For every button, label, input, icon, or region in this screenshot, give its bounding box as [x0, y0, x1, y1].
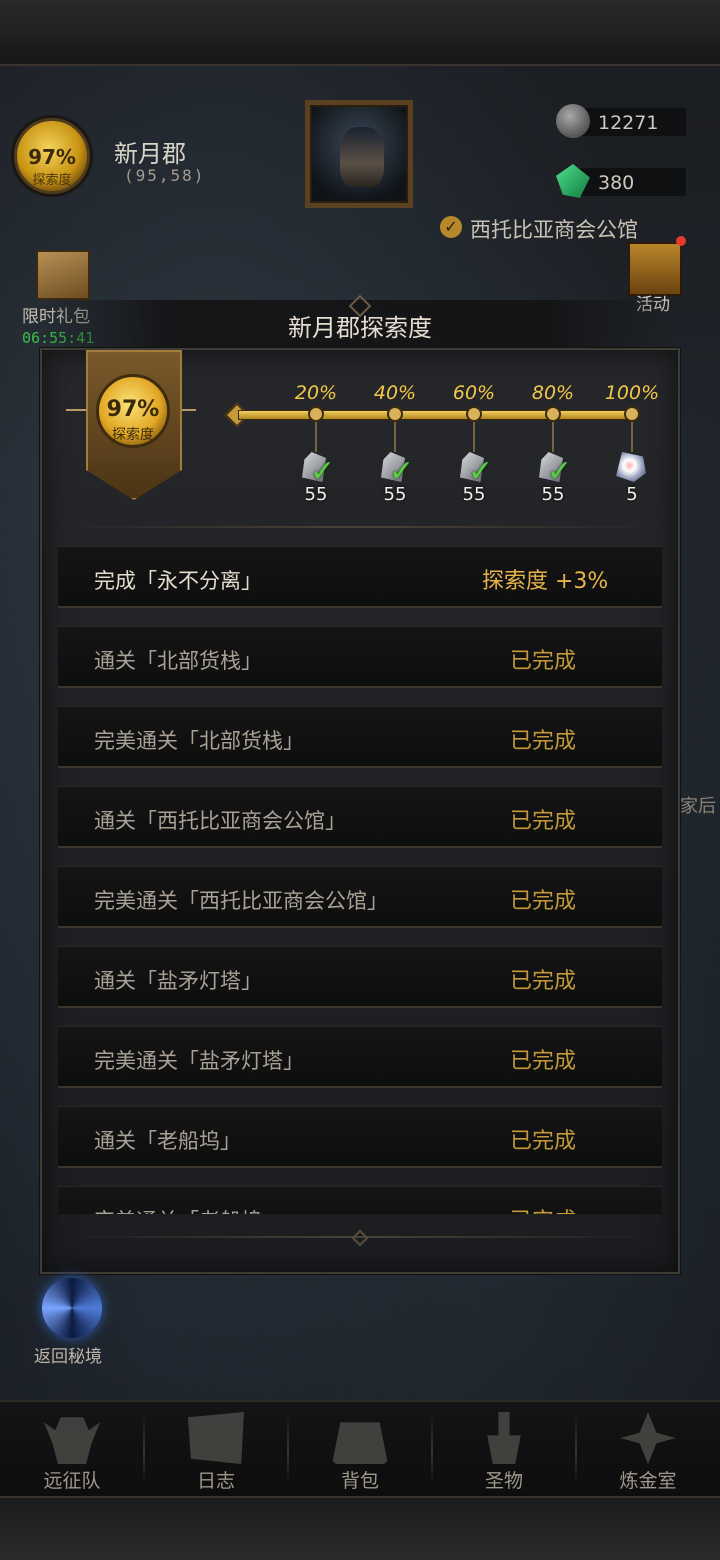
resource-gem: 380	[556, 164, 686, 198]
location-name: 新月郡	[114, 140, 186, 168]
milestone-node	[387, 406, 403, 422]
task-name: 通关「老船坞」	[94, 1129, 241, 1153]
task-status: 探索度 +3%	[482, 569, 609, 594]
player-avatar[interactable]	[305, 100, 413, 208]
milestone-label: 40%	[373, 382, 417, 404]
gift-box-icon	[36, 250, 90, 300]
task-name: 完美通关「老船坞」	[94, 1205, 283, 1214]
exploration-label: 探索度	[32, 173, 72, 188]
nav-label: 背包	[340, 1470, 379, 1492]
modal-exploration-percent: 97%	[106, 397, 160, 422]
task-row[interactable]: 通关「北部货栈」 已完成	[58, 626, 662, 688]
milestone-stem	[315, 422, 317, 452]
return-portal-label: 返回秘境	[34, 1347, 102, 1367]
notification-dot	[676, 236, 686, 246]
modal-exploration-label: 探索度	[112, 427, 154, 443]
top-frame	[0, 0, 720, 66]
check-icon: ✓	[440, 216, 462, 238]
task-status: 已完成	[510, 969, 577, 994]
task-row[interactable]: 完美通关「西托比亚商会公馆」 已完成	[58, 866, 662, 928]
task-name: 通关「西托比亚商会公馆」	[94, 809, 346, 833]
reward-crystal[interactable]: ✓	[377, 452, 414, 489]
nav-label: 日志	[196, 1470, 235, 1492]
milestone-label: 20%	[294, 382, 338, 404]
nav-label: 圣物	[484, 1470, 523, 1492]
task-list[interactable]: 完成「永不分离」 探索度 +3% 通关「北部货栈」 已完成 完美通关「北部货栈」…	[58, 542, 662, 1214]
ore-icon	[556, 104, 590, 138]
relic-icon	[487, 1412, 521, 1464]
task-status: 已完成	[510, 729, 577, 754]
nav-alchemy[interactable]: 炼金室	[576, 1402, 720, 1498]
activity-gift-icon	[628, 242, 682, 296]
reward-count: 55	[304, 484, 328, 505]
milestone-label: 100%	[604, 382, 660, 404]
task-status: 已完成	[510, 889, 577, 914]
reward-count: 5	[626, 484, 638, 505]
nav-relics[interactable]: 圣物	[432, 1402, 576, 1498]
return-portal-button[interactable]: 返回秘境	[34, 1278, 114, 1367]
resource-value: 12271	[598, 112, 659, 134]
milestone-stem	[394, 422, 396, 452]
rare-crystal-icon	[616, 452, 646, 482]
exploration-percent: 97%	[28, 145, 76, 169]
bag-icon	[332, 1422, 388, 1464]
modal-title: 新月郡探索度	[288, 314, 432, 342]
side-button-fragment[interactable]: 家后	[680, 792, 716, 818]
task-name: 完美通关「盐矛灯塔」	[94, 1049, 304, 1073]
resource-ore: 12271	[556, 104, 686, 138]
task-row[interactable]: 通关「西托比亚商会公馆」 已完成	[58, 786, 662, 848]
modal-exploration-medal: 97% 探索度	[96, 374, 170, 448]
nav-label: 炼金室	[619, 1470, 677, 1492]
reward-count: 55	[383, 484, 407, 505]
task-row[interactable]: 通关「盐矛灯塔」 已完成	[58, 946, 662, 1008]
reward-crystal[interactable]: ✓	[298, 452, 335, 489]
nav-journal[interactable]: 日志	[144, 1402, 288, 1498]
task-name: 完美通关「北部货栈」	[94, 729, 304, 753]
helmet-icon	[44, 1417, 100, 1464]
task-row[interactable]: 完美通关「北部货栈」 已完成	[58, 706, 662, 768]
modal-divider	[58, 526, 662, 528]
task-row[interactable]: 完美通关「老船坞」 已完成	[58, 1186, 662, 1214]
bottom-nav: 远征队 日志 背包 圣物 炼金室	[0, 1400, 720, 1496]
resource-value: 380	[598, 172, 635, 194]
milestone-stem	[631, 422, 633, 452]
bottom-frame	[0, 1496, 720, 1560]
task-status: 已完成	[510, 1049, 577, 1074]
reward-count: 55	[541, 484, 565, 505]
task-status: 已完成	[510, 1129, 577, 1154]
task-row[interactable]: 完美通关「盐矛灯塔」 已完成	[58, 1026, 662, 1088]
reward-count: 55	[462, 484, 486, 505]
task-name: 通关「北部货栈」	[94, 649, 262, 673]
task-row[interactable]: 通关「老船坞」 已完成	[58, 1106, 662, 1168]
task-name: 完成「永不分离」	[94, 569, 262, 593]
nav-expedition[interactable]: 远征队	[0, 1402, 144, 1498]
milestone-node	[308, 406, 324, 422]
nav-label: 远征队	[43, 1470, 101, 1492]
task-name: 完美通关「西托比亚商会公馆」	[94, 889, 388, 913]
map-icon	[188, 1412, 244, 1464]
milestone-label: 80%	[531, 382, 575, 404]
reward-crystal[interactable]: ✓	[535, 452, 572, 489]
task-row[interactable]: 完成「永不分离」 探索度 +3%	[58, 546, 662, 608]
exploration-medal[interactable]: 97% 探索度	[14, 118, 90, 194]
reward-crystal[interactable]: ✓	[456, 452, 493, 489]
milestone-stem	[552, 422, 554, 452]
milestone-label: 60%	[452, 382, 496, 404]
task-status: 已完成	[510, 1203, 576, 1214]
milestone-node	[545, 406, 561, 422]
task-name: 通关「盐矛灯塔」	[94, 969, 262, 993]
task-status: 已完成	[510, 809, 577, 834]
exploration-progress-track	[238, 410, 636, 420]
portal-icon	[42, 1278, 102, 1338]
location-coords: (95,58)	[124, 166, 206, 185]
milestone-node	[624, 406, 640, 422]
avatar-portrait	[340, 127, 384, 187]
task-status: 已完成	[510, 649, 577, 674]
milestone-stem	[473, 422, 475, 452]
nav-bag[interactable]: 背包	[288, 1402, 432, 1498]
milestone-node	[466, 406, 482, 422]
reward-rare-crystal[interactable]	[614, 452, 650, 486]
alchemy-icon	[620, 1412, 676, 1464]
